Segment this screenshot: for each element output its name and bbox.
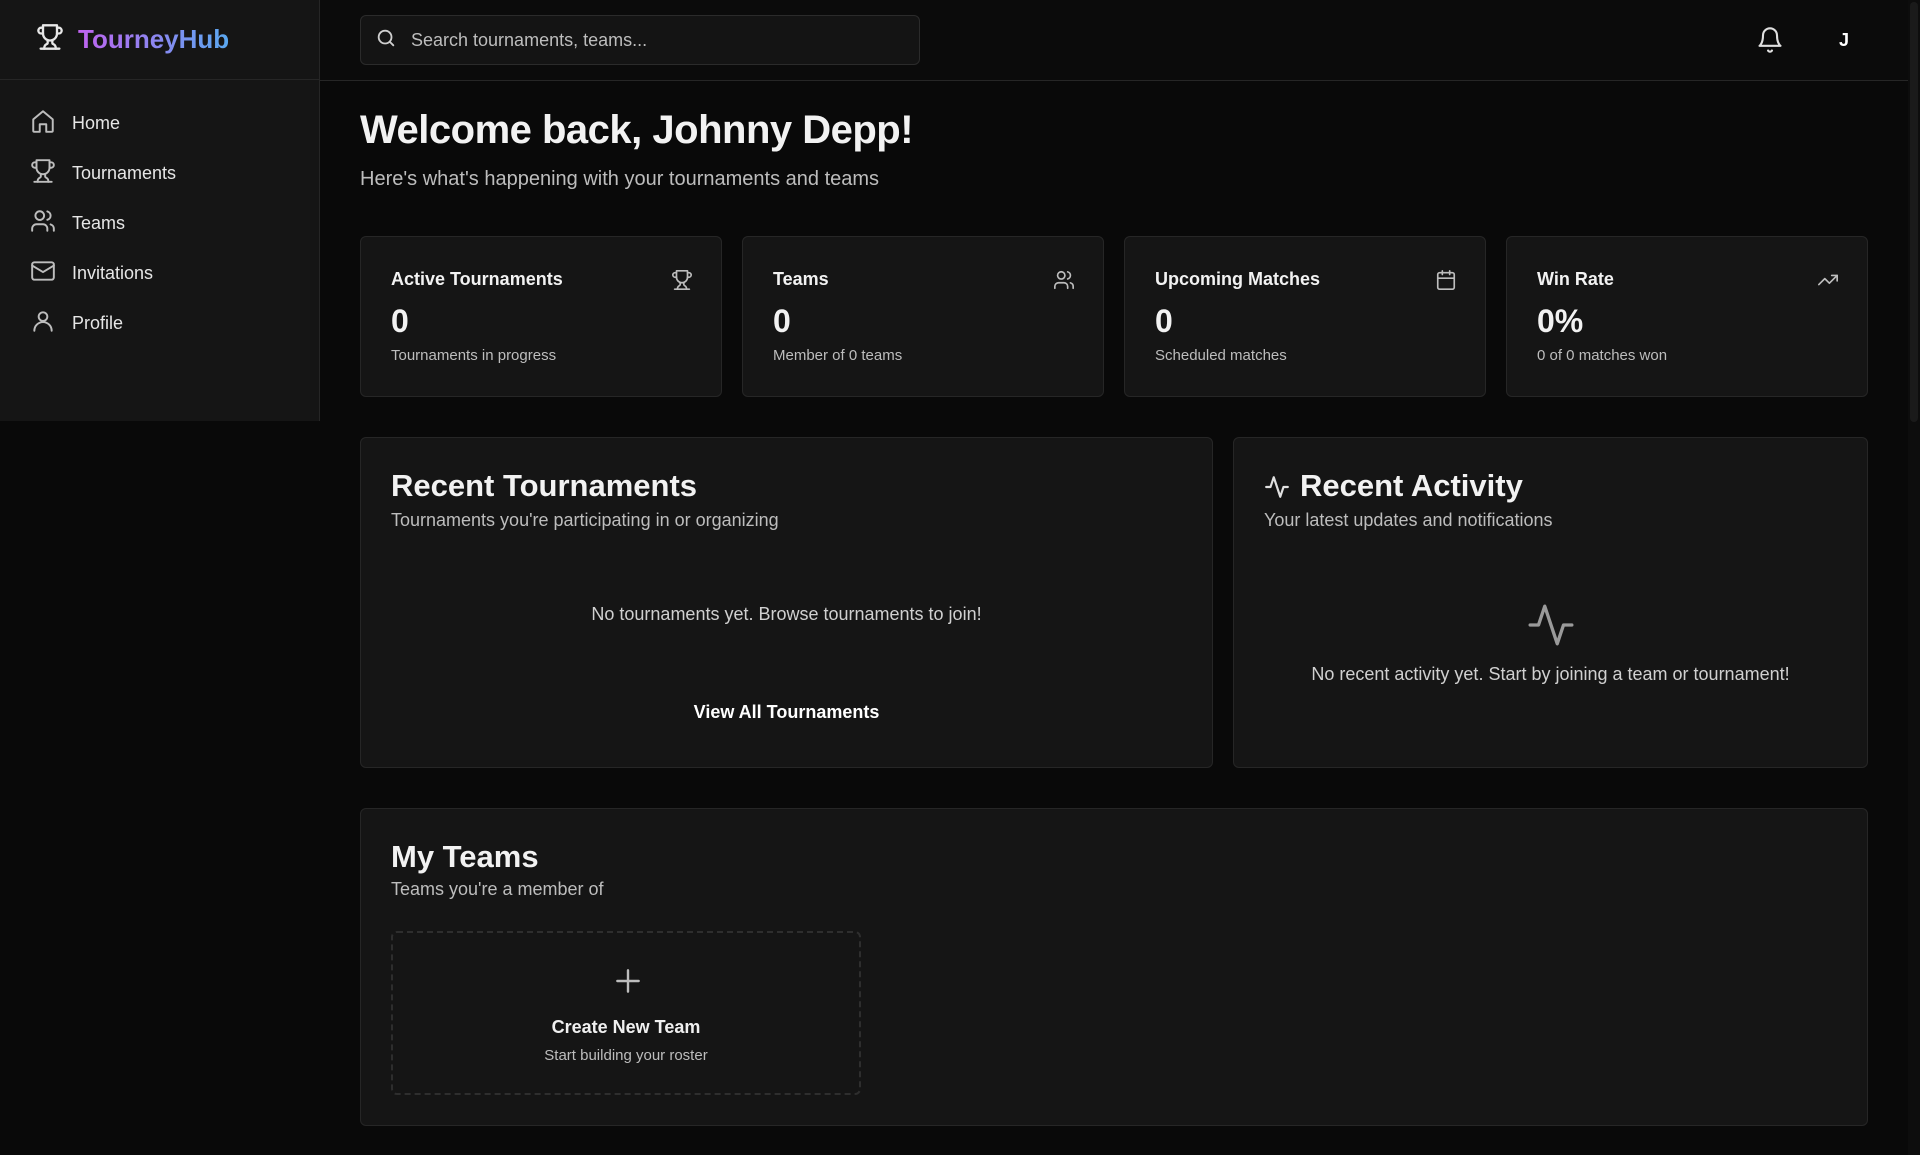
scrollbar-thumb[interactable] (1910, 2, 1918, 422)
sidebar-item-home[interactable]: Home (0, 98, 319, 148)
panel-title: My Teams (391, 839, 539, 874)
stat-title: Active Tournaments (391, 269, 563, 289)
panel-subtitle: Tournaments you're participating in or o… (391, 510, 779, 530)
stat-card-active-tournaments: Active Tournaments 0 Tournaments in prog… (360, 236, 722, 397)
panel-subtitle: Your latest updates and notifications (1264, 510, 1553, 530)
panel-title: Recent Activity (1300, 468, 1523, 503)
avatar[interactable]: J (1826, 22, 1862, 58)
mail-icon (30, 258, 56, 289)
users-icon (1053, 269, 1075, 291)
sidebar-item-label: Home (72, 112, 121, 133)
create-new-team-button[interactable]: Create New Team Start building your rost… (391, 931, 861, 1095)
trophy-icon (30, 158, 56, 189)
empty-state-text: No recent activity yet. Start by joining… (1311, 664, 1790, 684)
trophy-icon (36, 23, 64, 56)
sidebar-item-profile[interactable]: Profile (0, 298, 319, 348)
stat-value: 0 (773, 303, 791, 339)
search-icon (375, 27, 397, 54)
home-icon (30, 108, 56, 139)
activity-icon (1264, 474, 1290, 505)
stat-card-upcoming-matches: Upcoming Matches 0 Scheduled matches (1124, 236, 1486, 397)
top-bar: J (320, 0, 1908, 81)
brand-name: TourneyHub (78, 24, 230, 54)
sidebar-item-invitations[interactable]: Invitations (0, 248, 319, 298)
sidebar-item-tournaments[interactable]: Tournaments (0, 148, 319, 198)
scrollbar[interactable] (1908, 0, 1920, 1155)
panel-title: Recent Tournaments (391, 468, 698, 503)
stat-title: Upcoming Matches (1155, 269, 1321, 289)
sidebar-item-label: Teams (72, 212, 126, 233)
stat-title: Teams (773, 269, 829, 289)
activity-icon (1526, 600, 1576, 655)
create-team-title: Create New Team (551, 1017, 701, 1037)
panel-subtitle: Teams you're a member of (391, 879, 604, 899)
sidebar-item-label: Profile (72, 312, 124, 333)
page-subtitle: Here's what's happening with your tourna… (360, 168, 880, 190)
stat-card-teams: Teams 0 Member of 0 teams (742, 236, 1104, 397)
stat-card-win-rate: Win Rate 0% 0 of 0 matches won (1506, 236, 1868, 397)
page-title: Welcome back, Johnny Depp! (360, 108, 914, 152)
create-team-subtitle: Start building your roster (544, 1047, 708, 1064)
sidebar-nav: Home Tournaments Teams Invitations Profi… (0, 80, 319, 348)
view-all-tournaments-button[interactable]: View All Tournaments (694, 702, 880, 723)
stat-title: Win Rate (1537, 269, 1614, 289)
bell-icon[interactable] (1756, 26, 1784, 54)
stat-description: Member of 0 teams (773, 347, 903, 364)
trophy-icon (671, 269, 693, 291)
search-input[interactable] (411, 29, 891, 51)
calendar-icon (1435, 269, 1457, 291)
plus-icon (612, 965, 644, 1002)
sidebar-item-label: Invitations (72, 262, 154, 283)
user-icon (30, 308, 56, 339)
stat-description: Scheduled matches (1155, 347, 1287, 364)
sidebar-item-teams[interactable]: Teams (0, 198, 319, 248)
search-box[interactable] (360, 15, 920, 65)
stat-value: 0% (1537, 303, 1584, 339)
empty-state-text: No tournaments yet. Browse tournaments t… (591, 604, 982, 624)
recent-tournaments-panel: Recent Tournaments Tournaments you're pa… (360, 437, 1213, 768)
users-icon (30, 208, 56, 239)
stat-description: 0 of 0 matches won (1537, 347, 1668, 364)
trending-up-icon (1817, 269, 1839, 291)
stat-description: Tournaments in progress (391, 347, 557, 364)
stat-value: 0 (391, 303, 409, 339)
sidebar: TourneyHub Home Tournaments Teams Invita… (0, 0, 320, 421)
brand[interactable]: TourneyHub (0, 0, 319, 80)
recent-activity-panel: Recent Activity Your latest updates and … (1233, 437, 1868, 768)
sidebar-item-label: Tournaments (72, 162, 177, 183)
my-teams-panel: My Teams Teams you're a member of Create… (360, 808, 1868, 1126)
stat-value: 0 (1155, 303, 1173, 339)
